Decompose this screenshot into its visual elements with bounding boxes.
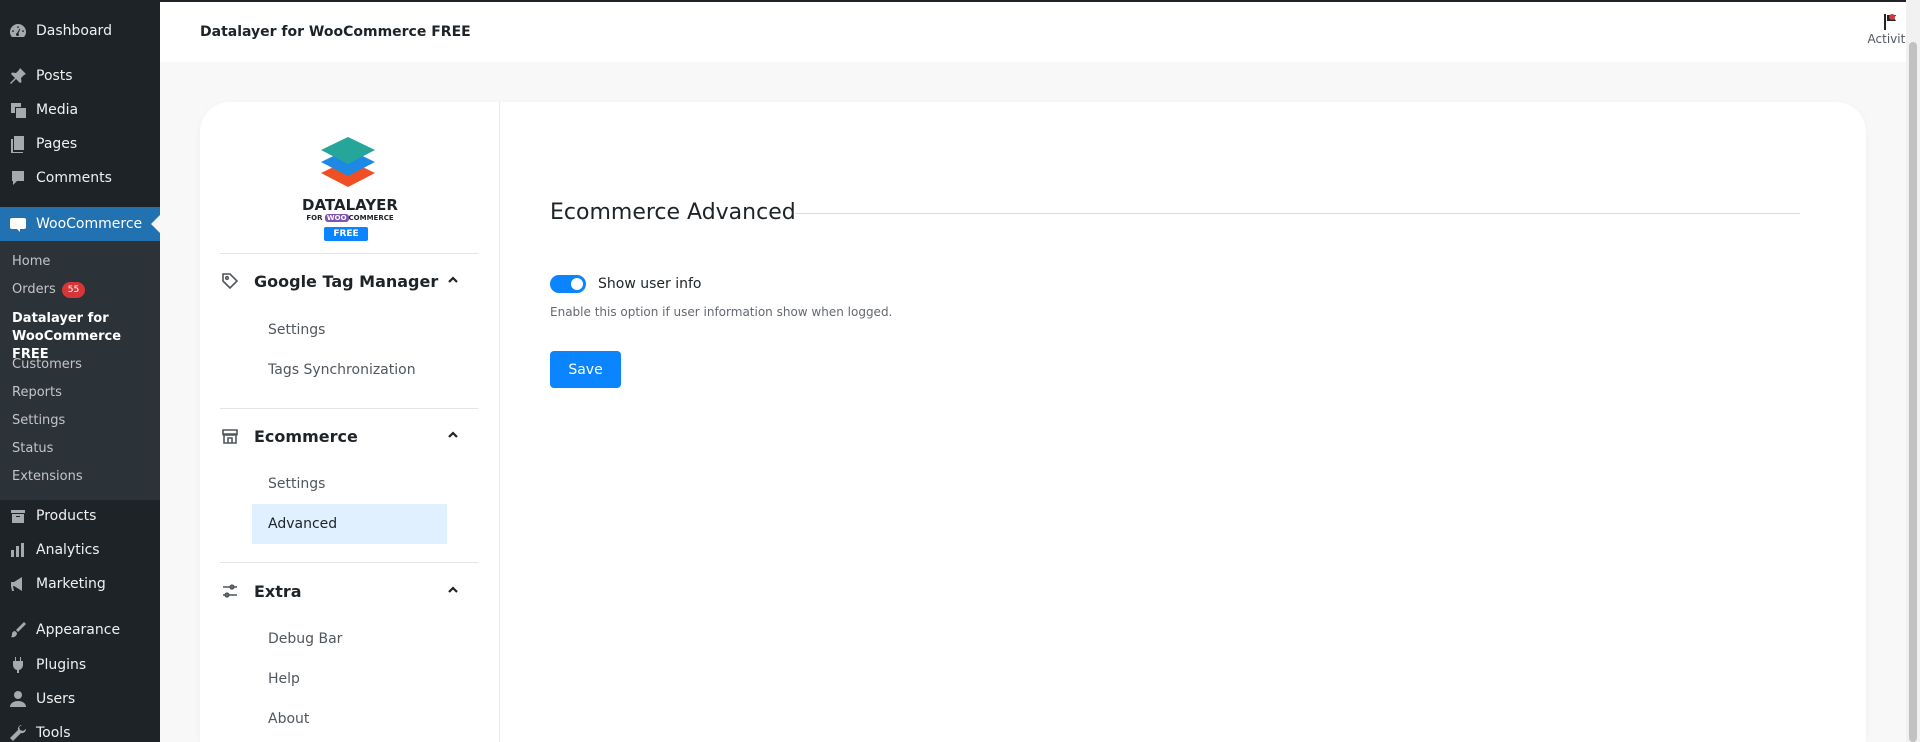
- chevron-up-icon: [446, 582, 460, 601]
- archive-icon: [0, 499, 36, 533]
- woocommerce-submenu: Home Orders 55 Datalayer for WooCommerce …: [0, 241, 160, 500]
- menu-pages[interactable]: Pages: [0, 127, 160, 161]
- menu-appearance[interactable]: Appearance: [0, 613, 160, 647]
- section-title: Ecommerce Advanced: [550, 200, 796, 225]
- submenu-reports[interactable]: Reports: [12, 384, 62, 402]
- dashboard-icon: [0, 14, 36, 48]
- chevron-up-icon: [446, 272, 460, 291]
- menu-comments[interactable]: Comments: [0, 161, 160, 195]
- tag-icon: [220, 266, 250, 296]
- chevron-up-icon: [446, 427, 460, 446]
- nav-link-about[interactable]: About: [252, 699, 447, 739]
- menu-woocommerce[interactable]: WooCommerce: [0, 207, 160, 241]
- orders-count-badge: 55: [61, 281, 86, 298]
- nav-link-debug-bar[interactable]: Debug Bar: [252, 619, 447, 659]
- plugin-panel: DATALAYER FOR WOO COMMERCE FREE Google Ta…: [200, 102, 1866, 742]
- nav-link-help[interactable]: Help: [252, 659, 447, 699]
- nav-group-extra[interactable]: Extra: [220, 576, 460, 606]
- media-icon: [0, 93, 36, 127]
- menu-analytics[interactable]: Analytics: [0, 533, 160, 567]
- nav-divider: [220, 253, 478, 254]
- submenu-status[interactable]: Status: [12, 440, 53, 458]
- submenu-extensions[interactable]: Extensions: [12, 468, 83, 486]
- show-user-info-label: Show user info: [598, 276, 702, 292]
- menu-products[interactable]: Products: [0, 499, 160, 533]
- toggle-knob: [571, 278, 583, 290]
- nav-group-label: Google Tag Manager: [254, 271, 439, 291]
- section-divider: [795, 213, 1800, 214]
- brush-icon: [0, 613, 36, 647]
- nav-divider: [220, 562, 478, 563]
- menu-dashboard[interactable]: Dashboard: [0, 14, 160, 48]
- sliders-icon: [220, 576, 250, 606]
- submenu-datalayer-line1: Datalayer for: [12, 311, 109, 326]
- nav-link-gtm-settings[interactable]: Settings: [252, 310, 447, 350]
- layers-logo-icon: [321, 137, 375, 187]
- menu-plugins[interactable]: Plugins: [0, 648, 160, 682]
- datalayer-logo: DATALAYER FOR WOO COMMERCE FREE: [300, 132, 400, 247]
- logo-free-badge: FREE: [324, 227, 368, 241]
- menu-marketing[interactable]: Marketing: [0, 567, 160, 601]
- show-user-info-toggle[interactable]: [550, 275, 586, 293]
- submenu-orders[interactable]: Orders 55: [12, 281, 86, 299]
- logo-woo: WOO: [324, 214, 349, 222]
- menu-posts[interactable]: Posts: [0, 59, 160, 93]
- wrench-icon: [0, 716, 36, 742]
- megaphone-icon: [0, 567, 36, 601]
- submenu-customers[interactable]: Customers: [12, 356, 82, 374]
- nav-group-label: Ecommerce: [254, 426, 358, 446]
- menu-tools[interactable]: Tools: [0, 716, 160, 742]
- menu-media[interactable]: Media: [0, 93, 160, 127]
- nav-group-label: Extra: [254, 581, 302, 601]
- header-title: Datalayer for WooCommerce FREE: [200, 24, 471, 40]
- submenu-settings[interactable]: Settings: [12, 412, 65, 430]
- plugin-nav: DATALAYER FOR WOO COMMERCE FREE Google Ta…: [200, 102, 500, 742]
- activity-notification-dot: [1889, 14, 1895, 20]
- page-header: Datalayer for WooCommerce FREE Activity: [160, 0, 1920, 62]
- settings-content: Ecommerce Advanced Show user info Enable…: [550, 102, 1850, 742]
- woo-icon: [0, 207, 36, 241]
- user-icon: [0, 682, 36, 716]
- page-scrollbar[interactable]: [1906, 0, 1920, 742]
- submenu-orders-label: Orders: [12, 282, 56, 297]
- pages-icon: [0, 127, 36, 161]
- submenu-home[interactable]: Home: [12, 253, 50, 271]
- menu-users[interactable]: Users: [0, 682, 160, 716]
- store-icon: [220, 421, 250, 451]
- nav-divider: [220, 408, 478, 409]
- logo-for: FOR: [306, 214, 323, 222]
- nav-link-tags-synchronization[interactable]: Tags Synchronization: [252, 350, 447, 390]
- current-menu-arrow: [151, 215, 160, 233]
- logo-subtitle: FOR WOO COMMERCE: [300, 214, 400, 222]
- logo-commerce: COMMERCE: [348, 214, 394, 222]
- comment-icon: [0, 161, 36, 195]
- admin-sidebar: Dashboard Posts Media Pages Comments Woo…: [0, 0, 160, 742]
- show-user-info-help: Enable this option if user information s…: [550, 305, 893, 319]
- nav-link-ecommerce-settings[interactable]: Settings: [252, 464, 447, 504]
- save-button[interactable]: Save: [550, 351, 621, 388]
- nav-link-advanced[interactable]: Advanced: [252, 504, 447, 544]
- pin-icon: [0, 59, 36, 93]
- scrollbar-thumb[interactable]: [1909, 42, 1917, 742]
- nav-group-ecommerce[interactable]: Ecommerce: [220, 421, 460, 451]
- plug-icon: [0, 648, 36, 682]
- nav-group-google-tag-manager[interactable]: Google Tag Manager: [220, 266, 460, 296]
- bar-chart-icon: [0, 533, 36, 567]
- logo-wordmark: DATALAYER: [302, 196, 398, 214]
